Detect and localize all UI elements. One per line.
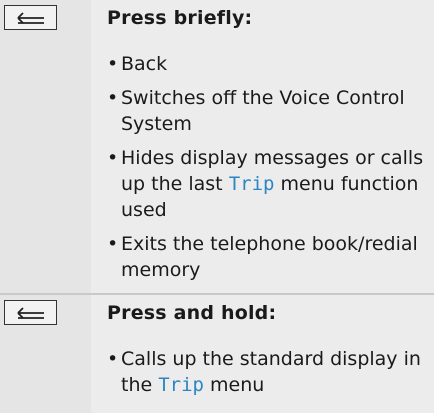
- press-briefly-row: Press briefly: Back Switches off the Voi…: [0, 0, 434, 293]
- back-arrow-icon: [16, 306, 44, 319]
- back-key-icon: [4, 300, 57, 325]
- list-item: Exits the telephone book/redial memory: [107, 231, 430, 283]
- trip-menu-term: Trip: [158, 374, 204, 396]
- press-briefly-heading: Press briefly:: [107, 7, 253, 29]
- back-key-icon: [4, 5, 57, 30]
- instruction-table: Press briefly: Back Switches off the Voi…: [0, 0, 434, 413]
- list-item: Calls up the standard display in the Tri…: [107, 346, 430, 398]
- list-item: Switches off the Voice Control System: [107, 85, 430, 137]
- list-item: Hides display messages or calls up the l…: [107, 145, 430, 223]
- press-and-hold-row: Press and hold: Calls up the standard di…: [0, 295, 434, 413]
- press-and-hold-list: Calls up the standard display in the Tri…: [107, 346, 430, 406]
- list-item: Back: [107, 51, 430, 77]
- press-briefly-list: Back Switches off the Voice Control Syst…: [107, 51, 430, 291]
- back-arrow-icon: [16, 11, 44, 24]
- key-column: [0, 0, 91, 293]
- key-column: [0, 295, 91, 413]
- press-and-hold-heading: Press and hold:: [107, 302, 277, 324]
- trip-menu-term: Trip: [228, 173, 275, 195]
